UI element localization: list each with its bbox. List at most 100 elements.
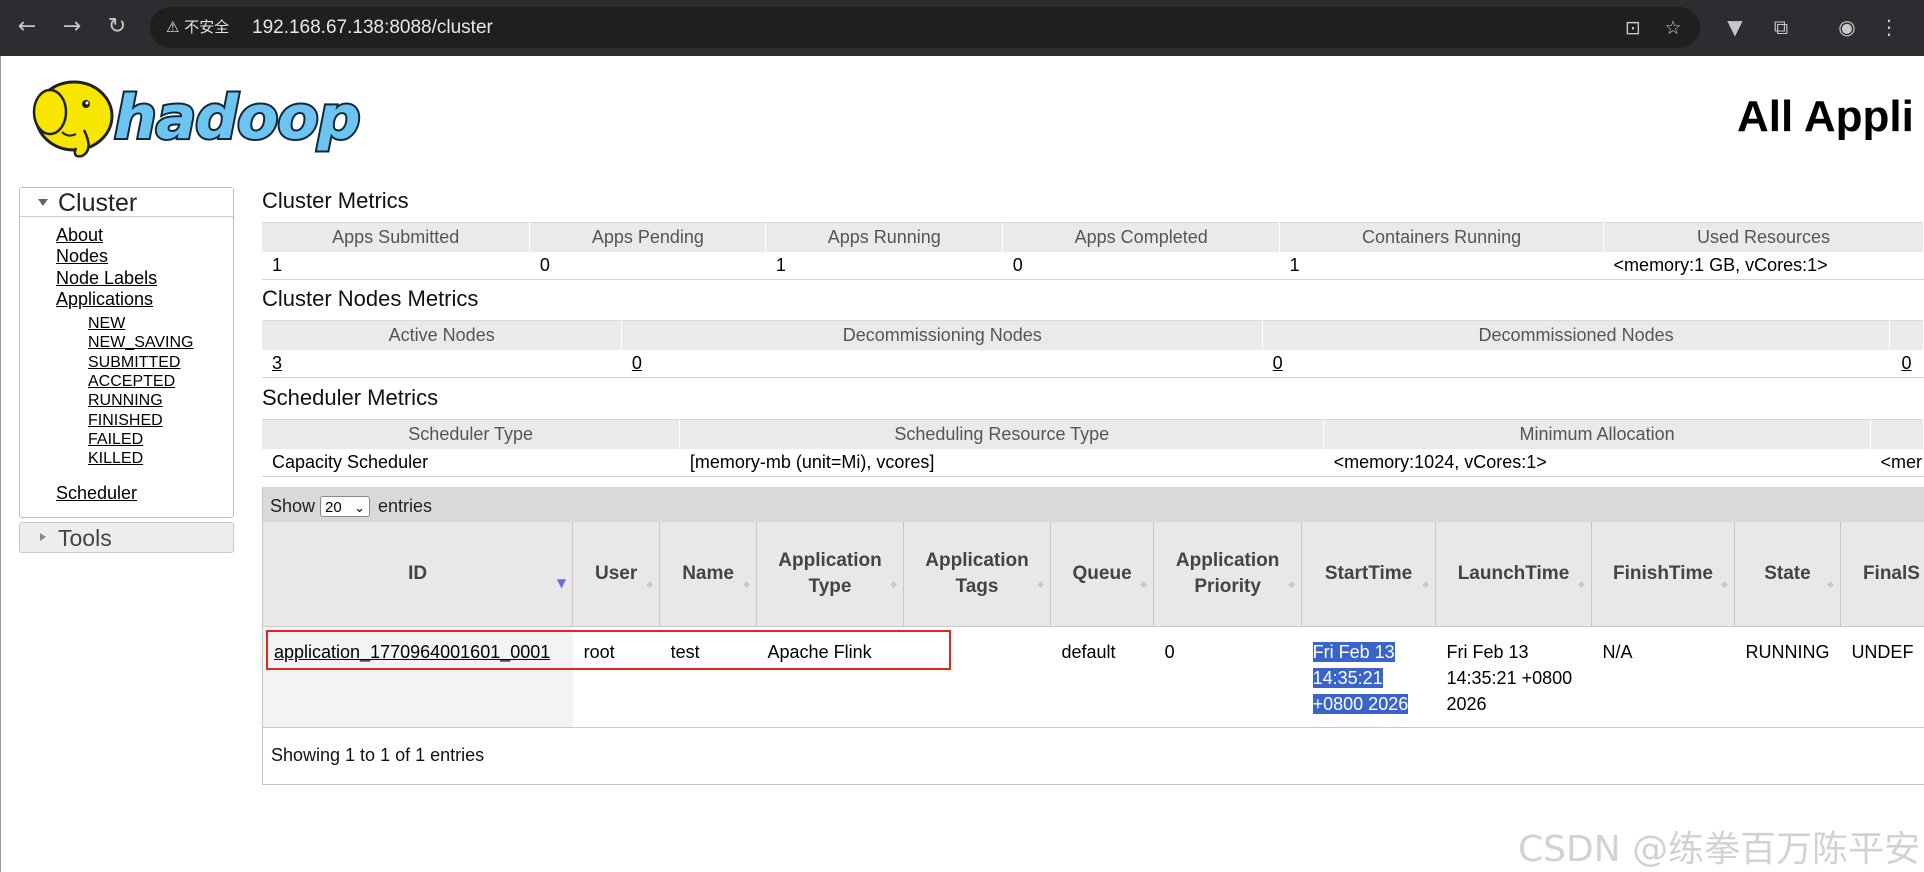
value-apps-running: 1 [765, 252, 1003, 280]
profile-icon[interactable]: ◉ [1832, 12, 1862, 42]
sidebar-state-killed[interactable]: KILLED [88, 450, 143, 468]
translate-icon[interactable]: ⊡ [1620, 15, 1646, 41]
col-final-status[interactable]: FinalS [1840, 522, 1924, 627]
col-application-tags[interactable]: Application Tags ◆ [903, 522, 1051, 627]
col-application-type[interactable]: Application Type ◆ [756, 522, 905, 627]
cluster-header[interactable]: Cluster [20, 188, 233, 217]
menu-icon[interactable]: ⋮ [1874, 12, 1904, 42]
cell-priority: 0 [1153, 626, 1302, 728]
sort-desc-icon: ▼ [556, 576, 567, 590]
expand-triangle-icon [38, 199, 48, 206]
show-label: Show [270, 496, 316, 516]
col-more [1889, 320, 1924, 350]
sidebar-link-nodes[interactable]: Nodes [56, 246, 108, 267]
table-info: Showing 1 to 1 of 1 entries [271, 745, 485, 765]
cell-queue: default [1050, 626, 1154, 728]
security-warning[interactable]: ⚠ 不安全 [166, 17, 229, 38]
sidebar-link-applications[interactable]: Applications [56, 289, 153, 310]
value-decommissioned-nodes[interactable]: 0 [1262, 350, 1890, 378]
address-bar[interactable]: ⚠ 不安全 192.168.67.138:8088/cluster ⊡ ☆ [150, 7, 1700, 48]
applications-table: ID ▼ User ◆ Name ◆ Application Type ◆ Applica… [263, 522, 1924, 728]
chevron-down-icon: ⌄ [354, 501, 365, 516]
col-user[interactable]: User ◆ [572, 522, 661, 627]
sort-icon: ◆ [1288, 580, 1296, 590]
col-scheduler-type: Scheduler Type [262, 419, 681, 449]
col-queue[interactable]: Queue ◆ [1050, 522, 1155, 627]
cluster-label: Cluster [58, 189, 138, 217]
col-finish-time[interactable]: FinishTime ◆ [1591, 522, 1735, 627]
arrow-right-icon[interactable]: → [55, 10, 89, 44]
sidebar-state-new-saving[interactable]: NEW_SAVING [88, 334, 194, 352]
sort-icon: ◆ [1578, 580, 1585, 590]
value-lost-nodes[interactable]: 0 [1889, 350, 1924, 378]
cluster-metrics-title: Cluster Metrics [262, 188, 409, 213]
table-length-bar: Show 20 ⌄ entries [263, 487, 1924, 522]
svg-text:hadoop: hadoop [114, 83, 360, 153]
col-active-nodes: Active Nodes [262, 320, 623, 350]
value-used-resources: <memory:1 GB, vCores:1> [1603, 252, 1924, 280]
col-launch-time[interactable]: LaunchTime ◆ [1435, 522, 1592, 627]
tools-label: Tools [58, 525, 112, 551]
cell-finish-time: N/A [1591, 626, 1735, 728]
col-apps-completed: Apps Completed [1002, 222, 1281, 252]
col-application-priority[interactable]: Application Priority ◆ [1153, 522, 1303, 627]
sidebar-state-failed[interactable]: FAILED [88, 431, 143, 449]
sidebar-link-node-labels[interactable]: Node Labels [56, 268, 157, 289]
value-active-nodes[interactable]: 3 [262, 350, 622, 378]
value-minimum-allocation: <memory:1024, vCores:1> [1323, 449, 1871, 477]
url-text[interactable]: 192.168.67.138:8088/cluster [252, 17, 493, 38]
extensions-icon[interactable]: ⧉ [1766, 12, 1796, 42]
sidebar-state-running[interactable]: RUNNING [88, 392, 163, 410]
col-decommissioning-nodes: Decommissioning Nodes [621, 320, 1264, 350]
cell-final-status: UNDEF [1840, 626, 1924, 728]
value-apps-submitted: 1 [262, 252, 530, 280]
cell-launch-time: Fri Feb 13 14:35:21 +0800 2026 [1435, 626, 1592, 728]
nodes-metrics-title: Cluster Nodes Metrics [262, 286, 479, 311]
col-containers-running: Containers Running [1279, 222, 1605, 252]
sidebar-state-new[interactable]: NEW [88, 315, 125, 333]
sidebar-link-scheduler[interactable]: Scheduler [56, 483, 137, 504]
sidebar-state-finished[interactable]: FINISHED [88, 412, 163, 430]
sort-icon: ◆ [890, 580, 898, 590]
entries-label: entries [378, 496, 433, 516]
cell-state: RUNNING [1734, 626, 1841, 728]
sort-icon: ◆ [1422, 580, 1430, 590]
browser-toolbar: ← → ↻ ⚠ 不安全 192.168.67.138:8088/cluster … [0, 0, 1924, 56]
sort-icon: ◆ [646, 580, 654, 590]
page-title: All Appli [1737, 92, 1914, 141]
col-apps-running: Apps Running [765, 222, 1004, 252]
col-maximum-allocation [1870, 419, 1924, 449]
collapsed-triangle-icon [40, 533, 46, 541]
value-containers-running: 1 [1279, 252, 1604, 280]
col-name[interactable]: Name ◆ [659, 522, 758, 627]
sidebar-state-accepted[interactable]: ACCEPTED [88, 373, 175, 391]
watermark: CSDN @练拳百万陈平安 [1518, 829, 1921, 870]
sort-icon: ◆ [1140, 580, 1148, 590]
sort-icon: ◆ [1827, 580, 1834, 590]
reload-icon[interactable]: ↻ [100, 10, 134, 44]
sidebar-state-submitted[interactable]: SUBMITTED [88, 354, 180, 372]
scheduler-metrics-table: Scheduler Type Scheduling Resource Type … [262, 419, 1924, 477]
col-apps-submitted: Apps Submitted [262, 222, 531, 252]
sidebar-tools[interactable]: Tools [19, 522, 234, 553]
col-start-time[interactable]: StartTime ◆ [1301, 522, 1437, 627]
sort-icon: ◆ [1037, 580, 1044, 590]
bookmark-star-icon[interactable]: ☆ [1660, 15, 1686, 41]
sidebar-cluster: Cluster About Nodes Node Labels Applicat… [19, 187, 234, 518]
page-size-select[interactable]: 20 ⌄ [320, 496, 370, 517]
col-state[interactable]: State ◆ [1734, 522, 1841, 627]
col-id[interactable]: ID ▼ [263, 522, 574, 627]
value-scheduler-type: Capacity Scheduler [262, 449, 680, 477]
value-apps-pending: 0 [529, 252, 766, 280]
nodes-metrics-table: Active Nodes Decommissioning Nodes Decom… [262, 320, 1924, 378]
sort-icon: ◆ [1721, 580, 1728, 590]
vpn-extension-icon[interactable]: ▼ [1720, 12, 1750, 42]
window-edge [0, 56, 1, 872]
sort-icon: ◆ [743, 580, 751, 590]
col-minimum-allocation: Minimum Allocation [1323, 419, 1871, 449]
arrow-left-icon[interactable]: ← [10, 10, 44, 44]
scheduler-metrics-title: Scheduler Metrics [262, 385, 439, 410]
value-decommissioning-nodes[interactable]: 0 [621, 350, 1263, 378]
warning-icon: ⚠ [166, 18, 180, 36]
sidebar-link-about[interactable]: About [56, 225, 103, 246]
